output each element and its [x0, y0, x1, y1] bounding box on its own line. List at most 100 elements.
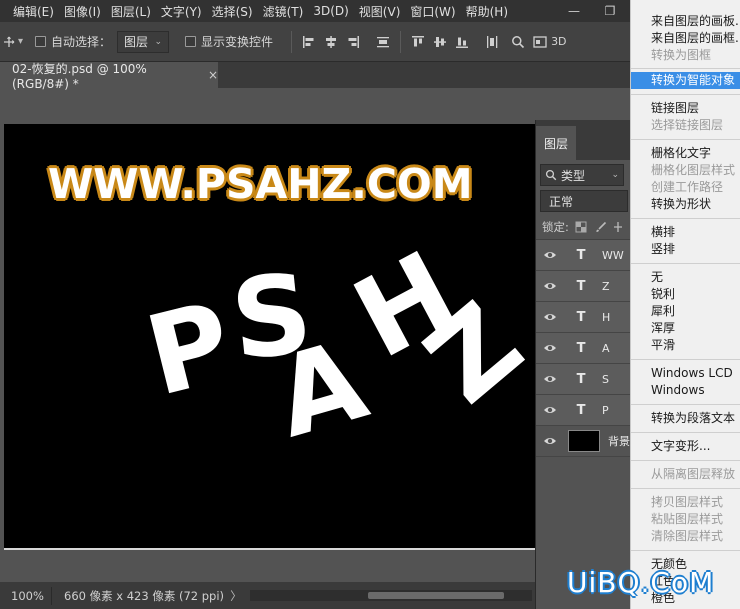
- menu-item-windows-lcd[interactable]: Windows LCD: [631, 365, 740, 382]
- move-tool-icon[interactable]: [0, 31, 18, 53]
- status-menu-arrow-icon[interactable]: 〉: [227, 588, 245, 604]
- menu-divider: [631, 488, 740, 489]
- menu-divider: [631, 94, 740, 95]
- auto-select-target-dropdown[interactable]: 图层 ⌄: [117, 30, 170, 53]
- canvas-bottom-edge: [4, 548, 536, 550]
- menu-edit[interactable]: 编辑(E): [0, 3, 59, 20]
- distribute-icon[interactable]: [372, 31, 394, 53]
- menu-item-vertical[interactable]: 竖排: [631, 241, 740, 258]
- visibility-eye-icon[interactable]: [536, 374, 564, 384]
- visibility-eye-icon[interactable]: [536, 281, 564, 291]
- visibility-eye-icon[interactable]: [536, 343, 564, 353]
- menu-item-convert-to-shape[interactable]: 转换为形状: [631, 196, 740, 213]
- horizontal-scrollbar-thumb[interactable]: [368, 592, 504, 599]
- menu-divider: [631, 404, 740, 405]
- align-vcenter-icon[interactable]: [429, 31, 451, 53]
- auto-select-checkbox[interactable]: [35, 36, 47, 47]
- layer-filter-dropdown[interactable]: 类型 ⌄: [540, 164, 624, 186]
- tool-preset-chevron-icon[interactable]: ▾: [18, 36, 23, 47]
- minimize-button[interactable]: —: [556, 0, 592, 22]
- canvas-letter-a: A: [262, 315, 380, 463]
- menu-item-release-isolation: 从隔离图层释放: [651, 467, 736, 481]
- layer-row[interactable]: T S: [536, 364, 630, 395]
- menu-item-frame-from-layers[interactable]: 来自图层的画框...: [631, 30, 740, 47]
- menu-divider: [631, 359, 740, 360]
- restore-button[interactable]: ❐: [592, 0, 628, 22]
- 3d-mode-label[interactable]: 3D: [551, 35, 566, 48]
- menu-item-horizontal[interactable]: 横排: [631, 224, 740, 241]
- blend-mode-dropdown[interactable]: 正常: [540, 190, 628, 212]
- menu-divider: [631, 218, 740, 219]
- menu-item-antialias-crisp[interactable]: 犀利: [631, 303, 740, 320]
- canvas-url-text: WWW.PSAHZ.COM: [48, 160, 473, 208]
- document-dimensions: 660 像素 x 423 像素 (72 ppi): [64, 588, 225, 603]
- text-layer-thumb: T: [576, 247, 586, 263]
- align-bottom-icon[interactable]: [451, 31, 473, 53]
- menu-3d[interactable]: 3D(D): [308, 4, 353, 18]
- align-left-icon[interactable]: [298, 31, 320, 53]
- menu-item-antialias-strong[interactable]: 浑厚: [631, 320, 740, 337]
- zoom-level[interactable]: 100%: [0, 586, 52, 605]
- menu-item-antialias-sharp[interactable]: 锐利: [631, 286, 740, 303]
- menu-type[interactable]: 文字(Y): [156, 3, 207, 20]
- document-tab[interactable]: 02-恢复的.psd @ 100%(RGB/8#) * ×: [0, 61, 218, 91]
- document-tab-title: 02-恢复的.psd @ 100%(RGB/8#) *: [12, 61, 147, 91]
- tab-layers[interactable]: 图层: [536, 126, 577, 160]
- layer-name: 背景: [608, 435, 630, 448]
- menu-item-convert-to-paragraph[interactable]: 转换为段落文本: [631, 410, 740, 427]
- layers-panel: 图层 类型 ⌄ 正常 锁定: T WW T Z T H T A T S T P …: [535, 120, 630, 609]
- workspace-icon[interactable]: [529, 31, 551, 53]
- lock-brush-icon[interactable]: [595, 221, 607, 233]
- background-layer-row[interactable]: 背景: [536, 426, 630, 457]
- menu-item-warp-text[interactable]: 文字变形...: [631, 438, 740, 455]
- menu-layer[interactable]: 图层(L): [106, 3, 156, 20]
- layer-row[interactable]: T Z: [536, 271, 630, 302]
- align-hcenter-icon[interactable]: [320, 31, 342, 53]
- visibility-eye-icon[interactable]: [536, 405, 564, 415]
- menu-divider: [631, 68, 740, 69]
- menu-item-convert-to-frame: 转换为图框: [651, 48, 712, 62]
- menu-view[interactable]: 视图(V): [354, 3, 406, 20]
- menu-item-artboard-from-layers[interactable]: 来自图层的画板...: [631, 13, 740, 30]
- layer-name: Z: [602, 279, 610, 293]
- layer-row[interactable]: T A: [536, 333, 630, 364]
- menu-image[interactable]: 图像(I): [59, 3, 106, 20]
- auto-select-target-value: 图层: [124, 35, 149, 49]
- search-icon[interactable]: [507, 31, 529, 53]
- menu-item-rasterize-layer-style: 栅格化图层样式: [651, 163, 736, 177]
- text-layer-thumb: T: [576, 309, 586, 325]
- menu-help[interactable]: 帮助(H): [461, 3, 513, 20]
- blend-mode-value: 正常: [549, 194, 574, 209]
- canvas-letter-p: P: [134, 277, 244, 421]
- layer-row[interactable]: T WW: [536, 240, 630, 271]
- menu-item-select-linked-layers: 选择链接图层: [651, 118, 724, 132]
- close-icon[interactable]: ×: [208, 68, 218, 82]
- menu-bar: 编辑(E) 图像(I) 图层(L) 文字(Y) 选择(S) 滤镜(T) 3D(D…: [0, 0, 740, 22]
- horizontal-scrollbar[interactable]: [250, 590, 532, 601]
- align-top-icon[interactable]: [407, 31, 429, 53]
- menu-item-rasterize-type[interactable]: 栅格化文字: [631, 145, 740, 162]
- search-icon: [545, 169, 557, 181]
- menu-filter[interactable]: 滤镜(T): [258, 3, 309, 20]
- distribute-vertical-icon[interactable]: [481, 31, 503, 53]
- menu-select[interactable]: 选择(S): [207, 3, 258, 20]
- menu-item-antialias-smooth[interactable]: 平滑: [631, 337, 740, 354]
- lock-label: 锁定:: [542, 219, 569, 234]
- visibility-eye-icon[interactable]: [536, 436, 564, 446]
- menu-item-link-layers[interactable]: 链接图层: [631, 100, 740, 117]
- layers-panel-tabs: 图层: [536, 120, 630, 160]
- visibility-eye-icon[interactable]: [536, 312, 564, 322]
- menu-item-convert-to-smart-object[interactable]: 转换为智能对象: [631, 72, 740, 89]
- menu-item-windows[interactable]: Windows: [631, 382, 740, 399]
- visibility-eye-icon[interactable]: [536, 250, 564, 260]
- lock-transparent-icon[interactable]: [575, 221, 587, 233]
- menu-window[interactable]: 窗口(W): [405, 3, 460, 20]
- lock-move-icon[interactable]: [613, 221, 623, 233]
- menu-item-create-work-path: 创建工作路径: [651, 180, 724, 194]
- menu-item-antialias-none[interactable]: 无: [631, 269, 740, 286]
- align-right-icon[interactable]: [342, 31, 364, 53]
- layer-row[interactable]: T P: [536, 395, 630, 426]
- layer-row[interactable]: T H: [536, 302, 630, 333]
- show-transform-checkbox[interactable]: [185, 36, 197, 47]
- text-layer-thumb: T: [576, 278, 586, 294]
